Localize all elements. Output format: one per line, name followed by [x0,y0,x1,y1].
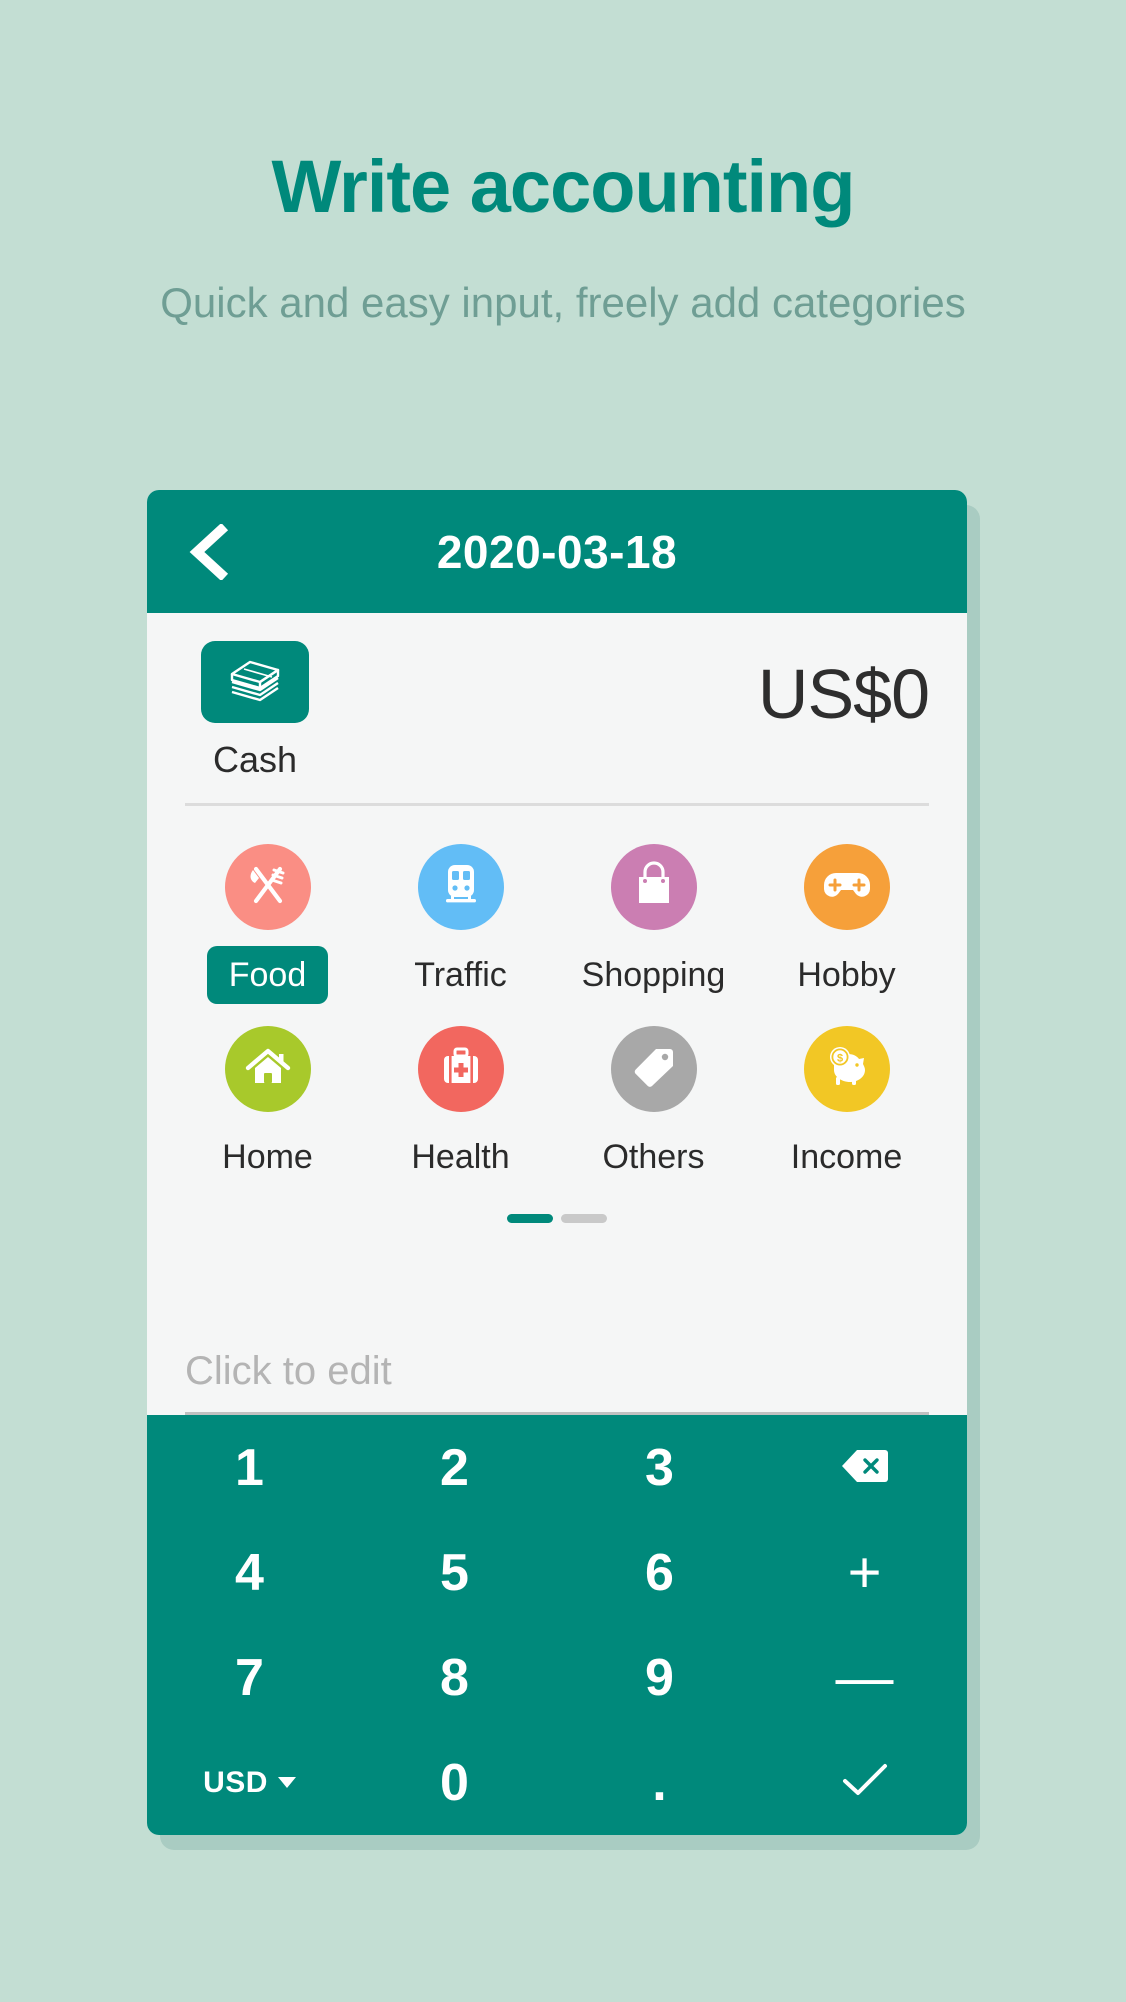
category-icon-wrap [803,844,890,930]
account-selector[interactable]: Cash [185,641,325,781]
key-8[interactable]: 8 [352,1625,557,1730]
category-grid: Food Traffic Shopping Hobby Home Health … [171,844,943,1186]
category-label: Home [222,1138,313,1176]
category-icon-wrap: $ [803,1026,890,1112]
category-hobby[interactable]: Hobby [750,844,943,1004]
category-label: Hobby [797,956,896,994]
category-icon-wrap [417,1026,504,1112]
pager-dot-1[interactable] [507,1214,553,1223]
category-label: Traffic [414,956,507,994]
category-icon-wrap [224,1026,311,1112]
category-traffic[interactable]: Traffic [364,844,557,1004]
key-plus[interactable]: + [762,1520,967,1625]
key-3[interactable]: 3 [557,1415,762,1520]
category-food[interactable]: Food [171,844,364,1004]
app-titlebar: 2020-03-18 [147,490,967,613]
category-home[interactable]: Home [171,1026,364,1186]
key-minus[interactable]: — [762,1625,967,1730]
house-icon [243,1044,293,1095]
category-shopping[interactable]: Shopping [557,844,750,1004]
note-input[interactable] [185,1349,929,1415]
page-title: Write accounting [271,145,856,228]
price-tag-icon [630,1043,678,1096]
key-confirm[interactable] [762,1730,967,1835]
backspace-icon [840,1438,890,1498]
category-icon-wrap [610,1026,697,1112]
category-icon-wrap [417,844,504,930]
phone-screen-card: 2020-03-18 Cash US$0 Food Traffic Shoppi… [147,490,967,1835]
shopping-bag-icon [631,860,677,914]
date-title: 2020-03-18 [436,525,678,578]
promo-page: Write accounting Quick and easy input, f… [0,0,1126,2002]
category-health[interactable]: Health [364,1026,557,1186]
category-income[interactable]: $ Income [750,1026,943,1186]
key-9[interactable]: 9 [557,1625,762,1730]
category-label: Shopping [581,956,726,994]
gamepad-icon [821,865,873,910]
cash-stack-icon [228,656,282,709]
note-field-wrap [147,1223,967,1415]
category-label: Health [411,1138,510,1176]
numeric-keypad: 1 2 3 4 5 6 + 7 8 9 — USD 0 . [147,1415,967,1835]
account-chip[interactable] [201,641,309,723]
account-amount-row: Cash US$0 [147,613,967,803]
category-label: Others [602,1138,705,1176]
key-decimal[interactable]: . [557,1730,762,1835]
key-4[interactable]: 4 [147,1520,352,1625]
key-7[interactable]: 7 [147,1625,352,1730]
amount-display[interactable]: US$0 [758,659,930,729]
pager-dot-2[interactable] [561,1214,607,1223]
first-aid-kit-icon [437,1044,485,1095]
svg-text:$: $ [836,1052,842,1064]
category-pager [147,1186,967,1223]
back-button[interactable] [179,521,241,583]
page-subtitle: Quick and easy input, freely add categor… [160,279,966,326]
chevron-left-icon [188,523,232,580]
key-backspace[interactable] [762,1415,967,1520]
account-label: Cash [212,739,298,780]
key-6[interactable]: 6 [557,1520,762,1625]
checkmark-icon [839,1753,891,1813]
chevron-down-icon [277,1777,296,1788]
key-0[interactable]: 0 [352,1730,557,1835]
category-area: Food Traffic Shopping Hobby Home Health … [147,806,967,1186]
category-others[interactable]: Others [557,1026,750,1186]
category-icon-wrap [610,844,697,930]
key-2[interactable]: 2 [352,1415,557,1520]
currency-label: USD [203,1765,268,1799]
fork-knife-icon [243,860,293,915]
piggy-bank-icon: $ [822,1045,872,1094]
category-icon-wrap [224,844,311,930]
category-label: Food [206,946,329,1004]
category-label: Income [790,1138,903,1176]
train-icon [438,860,484,915]
key-5[interactable]: 5 [352,1520,557,1625]
key-currency[interactable]: USD [147,1730,352,1835]
key-1[interactable]: 1 [147,1415,352,1520]
